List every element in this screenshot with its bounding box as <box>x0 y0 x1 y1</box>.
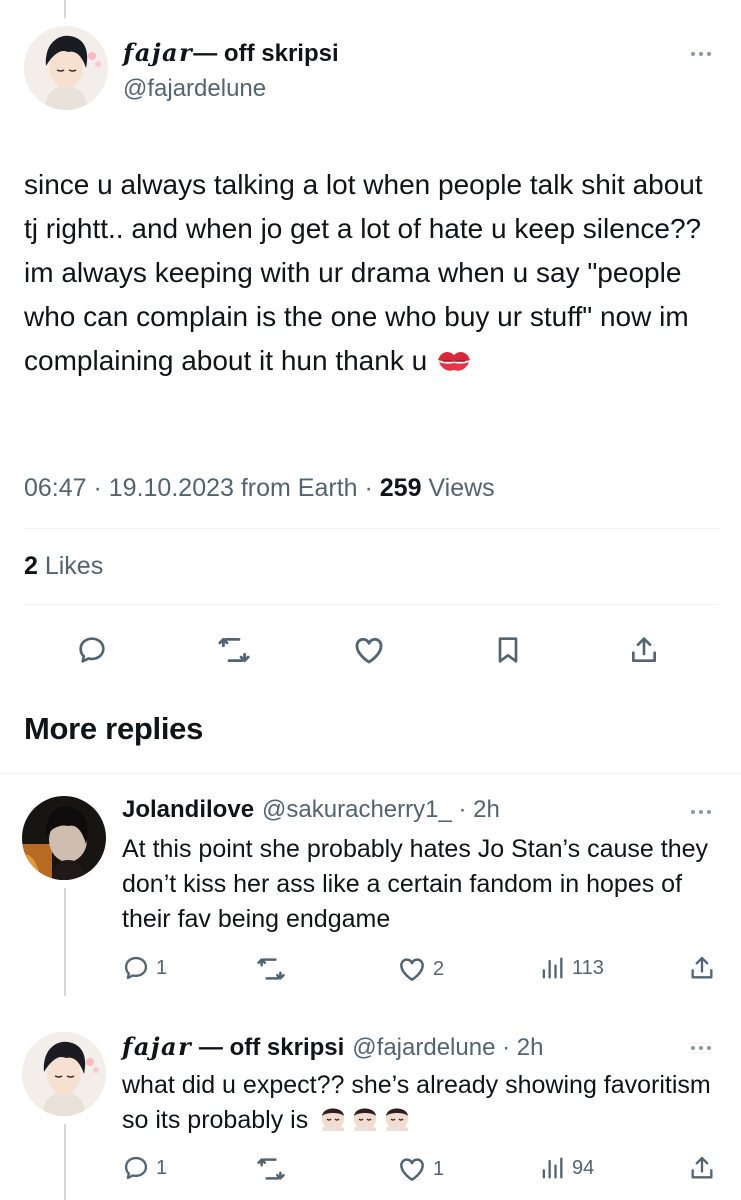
like-icon <box>400 1158 424 1181</box>
reply-icon <box>124 956 148 980</box>
avatar[interactable] <box>24 26 108 110</box>
reply-text: what did u expect?? she’s already showin… <box>122 1071 711 1134</box>
relieved-face-emoji-icon <box>386 1108 409 1131</box>
like-button[interactable]: 2 <box>397 954 444 984</box>
retweet-icon <box>257 1158 285 1180</box>
avatar[interactable] <box>22 796 106 880</box>
tweet-actions <box>0 628 741 672</box>
reply-icon[interactable] <box>70 628 114 672</box>
share-button[interactable] <box>688 954 722 982</box>
avatar[interactable] <box>22 1032 106 1116</box>
tweet-text: since u always talking a lot when people… <box>24 169 703 376</box>
relieved-face-emoji-icon <box>354 1108 377 1131</box>
share-icon <box>691 1156 713 1179</box>
reply-author-name[interactable]: Jolandilove <box>122 796 254 824</box>
views-icon <box>542 1157 563 1179</box>
author-name[interactable]: fajar — off skripsi <box>123 38 339 68</box>
thread-line-top <box>64 0 66 18</box>
reply-actions: 1 2 113 <box>122 954 722 986</box>
reply-item[interactable]: fajar — off skripsi @fajardelune · 2h wh… <box>0 1032 741 1200</box>
like-button[interactable]: 1 <box>397 1154 444 1184</box>
reply-header[interactable]: Jolandilove @sakuracherry1_ · 2h <box>122 796 500 824</box>
reply-icon <box>124 1156 148 1180</box>
thread-line <box>64 1124 66 1200</box>
kiss-mark-icon <box>437 352 470 371</box>
likes-link[interactable]: 2 Likes <box>24 552 103 581</box>
reply-header[interactable]: fajar — off skripsi @fajardelune · 2h <box>122 1032 543 1062</box>
retweet-button[interactable] <box>256 954 292 984</box>
share-icon <box>691 956 713 979</box>
reply-text: At this point she probably hates Jo Stan… <box>122 835 709 933</box>
retweet-icon <box>257 958 285 980</box>
tweet-timestamp[interactable]: 06:47 · 19.10.2023 from Earth · <box>24 474 380 502</box>
reply-item[interactable]: Jolandilove @sakuracherry1_ · 2h At this… <box>0 796 741 996</box>
reply-button[interactable]: 1 <box>122 1154 167 1182</box>
views-button[interactable]: 113 <box>538 954 604 982</box>
retweet-button[interactable] <box>256 1154 292 1184</box>
views-count: 259 <box>379 474 422 502</box>
thread-line <box>64 888 66 996</box>
tweet-meta: 06:47 · 19.10.2023 from Earth · 259 View… <box>24 474 495 502</box>
like-icon <box>400 958 424 981</box>
bookmark-icon[interactable] <box>486 628 530 672</box>
divider <box>24 604 719 605</box>
like-icon[interactable] <box>347 628 391 672</box>
tweet-author[interactable]: fajar — off skripsi @fajardelune <box>24 26 721 114</box>
reply-button[interactable]: 1 <box>122 954 167 982</box>
views-button[interactable]: 94 <box>538 1154 594 1182</box>
reply-author-name[interactable]: fajar — off skripsi <box>122 1032 344 1062</box>
divider <box>24 528 719 529</box>
retweet-icon[interactable] <box>212 628 256 672</box>
section-title: More replies <box>24 711 204 746</box>
divider <box>0 773 741 774</box>
more-options-icon[interactable] <box>684 1036 718 1060</box>
reply-author-handle[interactable]: @sakuracherry1_ · 2h <box>262 796 500 824</box>
more-options-icon[interactable] <box>684 42 718 66</box>
share-button[interactable] <box>688 1154 722 1182</box>
reply-author-handle[interactable]: @fajardelune · 2h <box>352 1034 543 1062</box>
author-handle[interactable]: @fajardelune <box>123 75 266 103</box>
relieved-face-emoji-icon <box>322 1108 345 1131</box>
reply-actions: 1 1 94 <box>122 1154 722 1186</box>
share-icon[interactable] <box>622 628 666 672</box>
more-options-icon[interactable] <box>684 800 718 824</box>
views-icon <box>542 957 563 979</box>
